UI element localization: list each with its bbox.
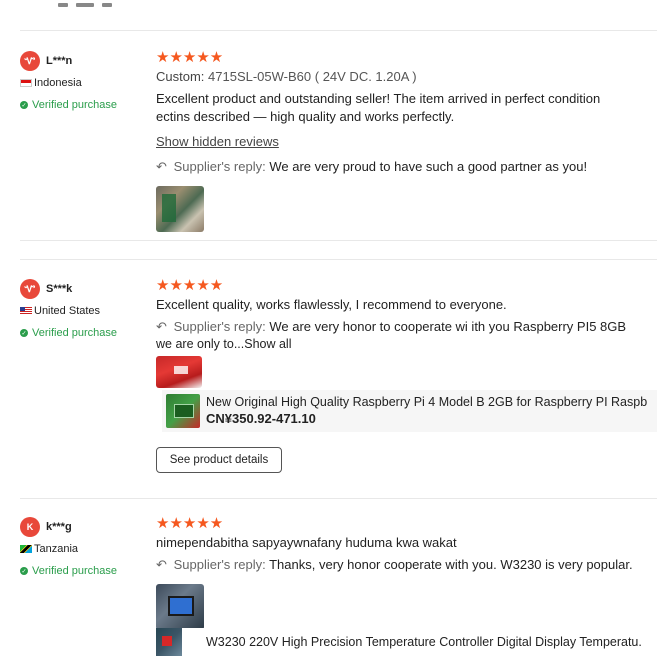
supplier-reply-text: We are very honor to cooperate wi ith yo…	[269, 319, 627, 334]
reviewer-country: Indonesia	[34, 77, 82, 89]
reviewer-name: k***g	[46, 521, 72, 533]
review-text-line: Excellent quality, works flawlessly, I r…	[156, 297, 507, 312]
star-rating: ★★★★★	[156, 515, 224, 532]
reviewer-country: Tanzania	[34, 543, 79, 555]
supplier-reply: ↶ Supplier's reply: Thanks, very honor c…	[156, 556, 649, 574]
custom-value: 4715SL-05W-B60 ( 24V DC. 1.20A )	[208, 69, 417, 84]
verified-purchase-label: Verified purchase	[32, 327, 117, 339]
product-card[interactable]: New Original High Quality Raspberry Pi 4…	[162, 390, 657, 432]
flag-indonesia-icon	[20, 79, 32, 87]
flag-tanzania-icon	[20, 545, 32, 553]
check-circle-icon: ✓	[20, 329, 28, 337]
flag-united-states-icon	[20, 307, 32, 315]
review-text-line: ectins described — high quality and work…	[156, 109, 455, 124]
supplier-reply-label: Supplier's reply:	[173, 557, 266, 572]
verified-purchase-label: Verified purchase	[32, 565, 117, 577]
star-rating: ★★★★★	[156, 277, 224, 294]
supplier-reply-text: We are very proud to have such a good pa…	[269, 159, 588, 174]
product-thumbnail	[166, 394, 200, 428]
verified-purchase-label: Verified purchase	[32, 99, 117, 111]
divider	[20, 498, 657, 499]
review-text-line: Excellent product and outstanding seller…	[156, 91, 601, 106]
review-body: ★★★★★ Custom: 4715SL-05W-B60 ( 24V DC. 1…	[156, 50, 649, 232]
avatar: K	[20, 517, 40, 537]
product-card[interactable]: W3230 220V High Precision Temperature Co…	[156, 628, 657, 656]
check-circle-icon: ✓	[20, 567, 28, 575]
product-price: CN¥350.92-471.10	[206, 411, 316, 426]
supplier-reply: ↶ Supplier's reply: We are very honor to…	[156, 318, 649, 336]
review-body: ★★★★★ Excellent quality, works flawlessl…	[156, 278, 649, 388]
product-thumbnail	[156, 628, 182, 656]
supplier-reply: ↶ Supplier's reply: We are very proud to…	[156, 158, 649, 176]
star-rating: ★★★★★	[156, 49, 224, 66]
divider-top	[20, 30, 657, 31]
review-photo[interactable]	[156, 356, 202, 388]
avatar: Ꮙ	[20, 51, 40, 71]
divider	[20, 259, 657, 260]
supplier-reply-label: Supplier's reply:	[173, 319, 266, 334]
supplier-reply-text: Thanks, very honor cooperate with you. W…	[269, 557, 633, 572]
check-circle-icon: ✓	[20, 101, 28, 109]
reply-arrow-icon: ↶	[156, 159, 167, 174]
reviewer-info: Ꮙ L***n Indonesia ✓ Verified purchase	[20, 50, 150, 112]
product-title: New Original High Quality Raspberry Pi 4…	[206, 395, 648, 409]
reviewer-info: K k***g Tanzania ✓ Verified purchase	[20, 516, 150, 578]
custom-option: Custom: 4715SL-05W-B60 ( 24V DC. 1.20A )	[156, 68, 649, 86]
review-body: ★★★★★ nimependabitha sapyaywnafany hudum…	[156, 516, 649, 630]
reviewer-name: L***n	[46, 55, 73, 67]
see-product-details-button[interactable]: See product details	[156, 447, 282, 473]
cropped-header-fragment	[58, 0, 198, 7]
reply-arrow-icon: ↶	[156, 319, 167, 334]
reviewer-name: S***k	[46, 283, 73, 295]
divider	[20, 240, 657, 241]
reply-arrow-icon: ↶	[156, 557, 167, 572]
review-photo[interactable]	[156, 186, 204, 232]
reviewer-info: Ꮙ S***k United States ✓ Verified purchas…	[20, 278, 150, 340]
reviewer-country: United States	[34, 305, 101, 317]
supplier-reply-label: Supplier's reply:	[173, 159, 266, 174]
product-title: W3230 220V High Precision Temperature Co…	[206, 635, 642, 649]
custom-label: Custom:	[156, 69, 205, 84]
supplier-reply-continuation[interactable]: we are only to...Show all	[156, 336, 649, 352]
show-hidden-reviews-link[interactable]: Show hidden reviews	[156, 134, 279, 149]
review-text-line: nimependabitha sapyaywnafany huduma kwa …	[156, 535, 457, 550]
review-photo[interactable]	[156, 584, 204, 630]
avatar: Ꮙ	[20, 279, 40, 299]
